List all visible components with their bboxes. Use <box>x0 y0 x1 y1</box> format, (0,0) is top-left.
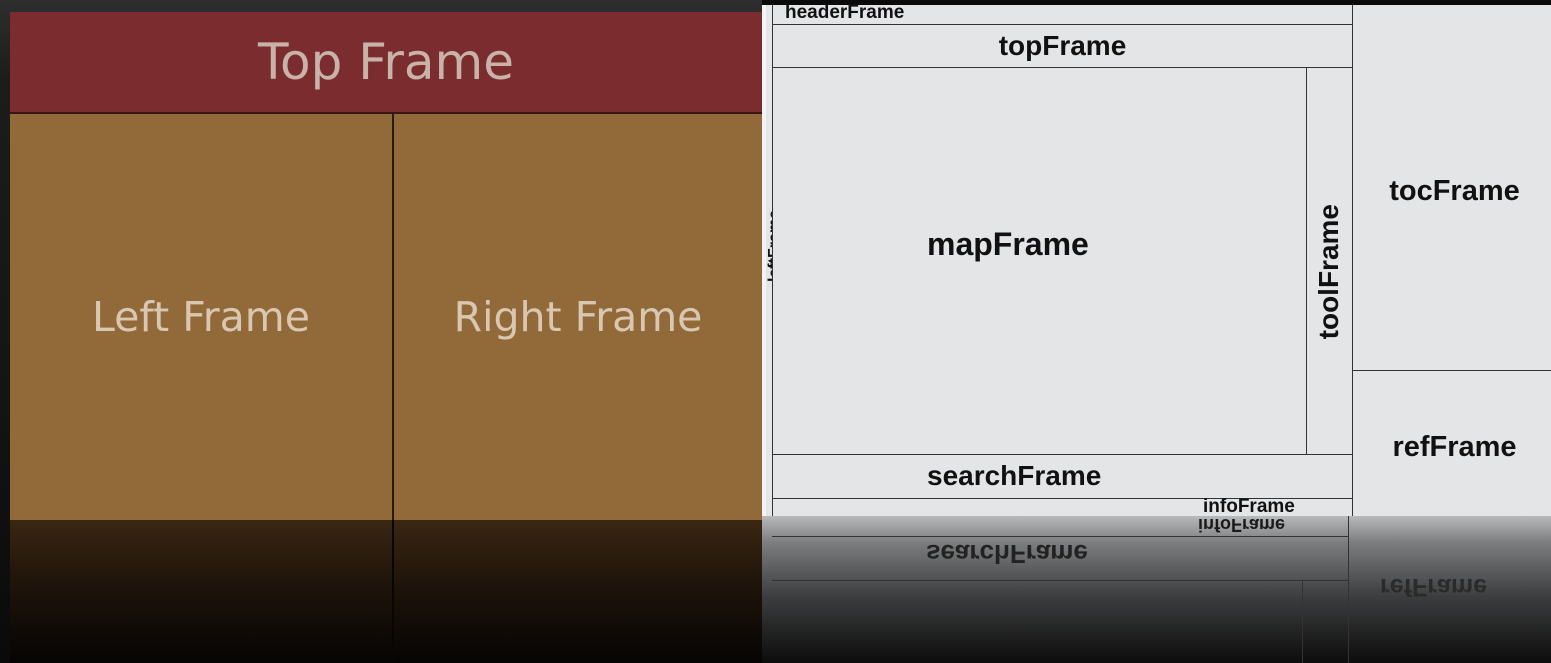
frameset-reflection: infoFrame searchFrame refFrame <box>762 516 1551 663</box>
top-frame: Top Frame <box>10 12 762 114</box>
right-frame: Right Frame <box>394 114 762 520</box>
search-frame-reflection-label: searchFrame <box>926 539 1088 569</box>
search-frame: searchFrame <box>772 454 1353 499</box>
ref-frame-label: refFrame <box>1392 431 1517 463</box>
search-frame-label: searchFrame <box>927 460 1102 491</box>
frameset-layout: headerFrame topFrame leftFrame mapFrame … <box>762 2 1551 517</box>
top-frame-label: topFrame <box>998 30 1127 61</box>
info-frame-label: infoFrame <box>1203 496 1295 517</box>
info-frame-reflection-label: infoFrame <box>1198 516 1286 535</box>
header-frame: headerFrame <box>772 2 1353 25</box>
tool-frame-label: toolFrame <box>1313 204 1344 340</box>
tool-frame: toolFrame <box>1306 67 1353 455</box>
complex-frameset-diagram: headerFrame topFrame leftFrame mapFrame … <box>762 0 1551 663</box>
left-frame-reflection <box>10 520 394 663</box>
header-frame-label: headerFrame <box>785 2 905 23</box>
map-frame-label: mapFrame <box>927 226 1089 262</box>
toc-frame: tocFrame <box>1352 5 1551 371</box>
info-frame: infoFrame <box>772 496 1353 517</box>
simple-frameset-diagram: Top Frame Left Frame Right Frame <box>0 0 762 663</box>
right-frame-reflection <box>394 520 762 663</box>
left-frame: Left Frame <box>10 114 394 520</box>
left-frame-label: Left Frame <box>92 293 310 341</box>
top-frame-label: Top Frame <box>257 33 515 91</box>
ref-frame-reflection-label: refFrame <box>1380 573 1487 601</box>
map-frame: mapFrame <box>772 67 1307 455</box>
toc-frame-label: tocFrame <box>1389 175 1520 207</box>
ref-frame: refFrame <box>1352 370 1551 516</box>
top-frame: topFrame <box>772 24 1353 68</box>
right-frame-label: Right Frame <box>453 293 703 341</box>
